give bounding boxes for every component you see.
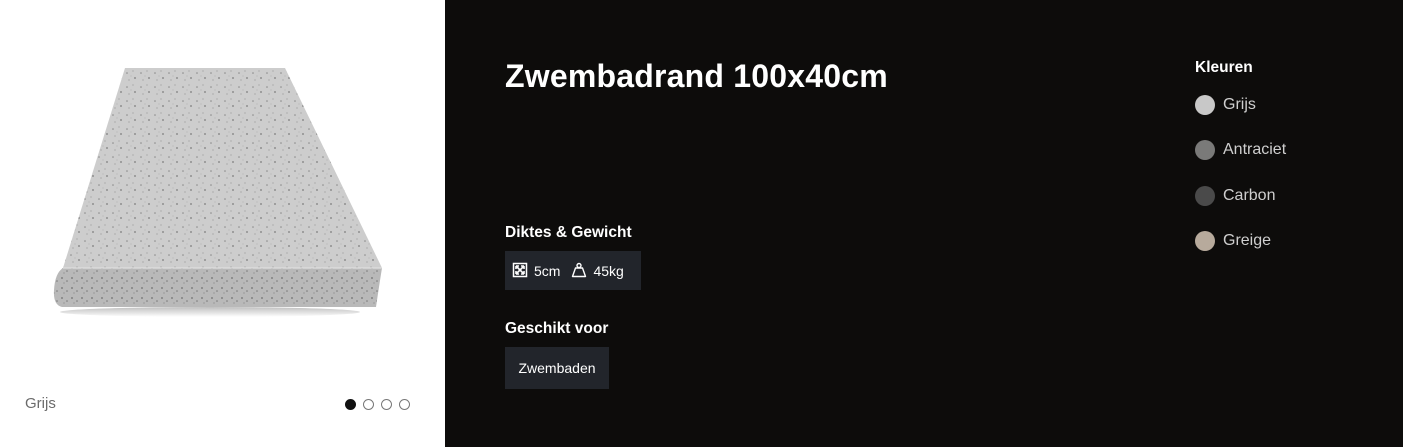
weight-icon — [571, 262, 588, 279]
color-option-greige[interactable]: Greige — [1195, 231, 1271, 251]
specs-heading: Diktes & Gewicht — [505, 224, 632, 241]
slide-dot-1[interactable] — [345, 399, 356, 410]
slide-dot-3[interactable] — [381, 399, 392, 410]
swatch-circle — [1195, 231, 1215, 251]
color-label: Greige — [1223, 232, 1272, 249]
gallery-caption: Grijs — [25, 395, 56, 412]
suitable-chip: Zwembaden — [505, 347, 609, 389]
suitable-item: Zwembaden — [518, 360, 596, 376]
slide-dot-2[interactable] — [363, 399, 374, 410]
swatch-circle — [1195, 95, 1215, 115]
product-details: Zwembadrand 100x40cm Diktes & Gewicht 5c… — [445, 0, 1403, 447]
slide-dot-4[interactable] — [399, 399, 410, 410]
swatch-circle — [1195, 186, 1215, 206]
weight-value: 45kg — [593, 262, 624, 279]
color-label: Antraciet — [1223, 141, 1287, 158]
product-title: Zwembadrand 100x40cm — [505, 58, 888, 94]
slide-indicator — [345, 399, 410, 410]
color-label: Grijs — [1223, 96, 1256, 113]
color-option-antraciet[interactable]: Antraciet — [1195, 140, 1286, 160]
color-option-grijs[interactable]: Grijs — [1195, 95, 1256, 115]
specs-chip: 5cm 45kg — [505, 251, 641, 290]
swatch-circle — [1195, 140, 1215, 160]
expand-arrows-icon — [512, 262, 529, 279]
color-option-carbon[interactable]: Carbon — [1195, 186, 1275, 206]
colors-heading: Kleuren — [1195, 59, 1253, 76]
color-label: Carbon — [1223, 187, 1276, 204]
product-gallery: Grijs — [0, 0, 445, 447]
product-image — [53, 68, 383, 317]
suitable-heading: Geschikt voor — [505, 320, 609, 337]
thickness-value: 5cm — [534, 262, 561, 279]
